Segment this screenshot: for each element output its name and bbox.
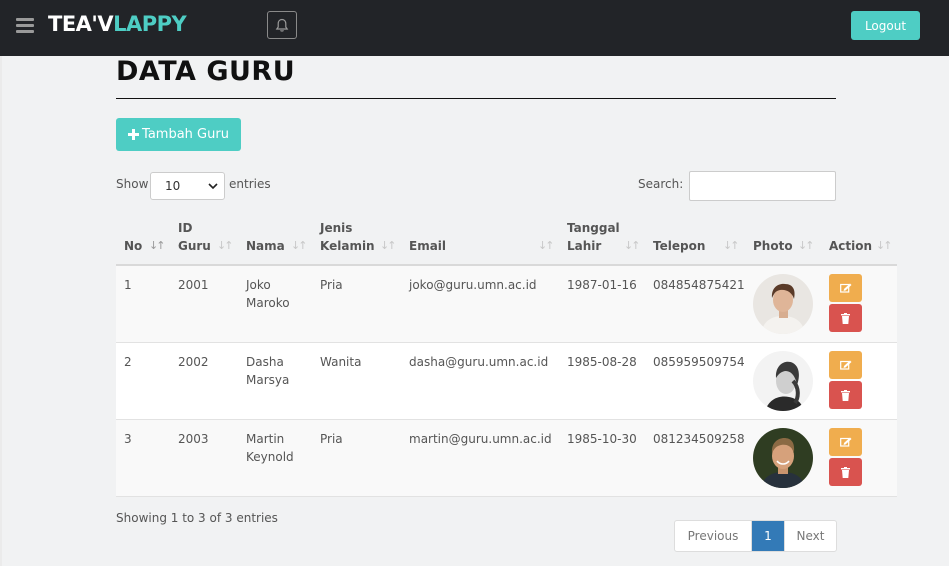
column-header-tanggal-lahir[interactable]: Tanggal Lahir: [567, 219, 620, 255]
cell-telepon: 081234509258: [653, 432, 745, 446]
edit-icon: [839, 360, 851, 370]
brand-part1: TEA'V: [48, 12, 114, 36]
add-guru-label: Tambah Guru: [142, 127, 229, 142]
notification-button[interactable]: [267, 11, 297, 39]
column-header-no[interactable]: No: [124, 237, 142, 255]
sort-icon[interactable]: ↓↑: [217, 239, 234, 252]
table-row: 2 2002 Dasha Marsya Wanita dasha@guru.umn…: [116, 343, 897, 420]
cell-no: 1: [124, 278, 132, 292]
entries-label: entries: [229, 177, 271, 191]
edit-icon: [839, 283, 851, 293]
pagination: Previous 1 Next: [674, 520, 837, 552]
delete-button[interactable]: [829, 381, 862, 409]
page-length-select[interactable]: 10: [150, 172, 225, 200]
search-label: Search:: [638, 177, 684, 191]
column-header-jenis-kelamin[interactable]: Jenis Kelamin: [320, 219, 375, 255]
logout-button[interactable]: Logout: [851, 11, 920, 40]
column-header-nama[interactable]: Nama: [246, 237, 285, 255]
column-header-action[interactable]: Action: [829, 237, 872, 255]
avatar: [753, 351, 813, 411]
table-info: Showing 1 to 3 of 3 entries: [116, 511, 278, 525]
cell-id: 2001: [178, 278, 209, 292]
table-row: 1 2001 Joko Maroko Pria joko@guru.umn.ac.…: [116, 266, 897, 343]
delete-button[interactable]: [829, 304, 862, 332]
edit-button[interactable]: [829, 274, 862, 302]
title-divider: [116, 98, 836, 99]
cell-jenis-kelamin: Pria: [320, 278, 343, 292]
cell-tanggal-lahir: 1985-10-30: [567, 432, 637, 446]
cell-telepon: 084854875421: [653, 278, 745, 292]
cell-email: dasha@guru.umn.ac.id: [409, 355, 549, 369]
trash-icon: [841, 466, 850, 478]
brand-logo[interactable]: TEA'VLAPPY: [48, 12, 187, 36]
add-guru-button[interactable]: Tambah Guru: [116, 118, 241, 151]
cell-id: 2002: [178, 355, 209, 369]
avatar: [753, 274, 813, 334]
cell-no: 2: [124, 355, 132, 369]
cell-no: 3: [124, 432, 132, 446]
cell-email: joko@guru.umn.ac.id: [409, 278, 537, 292]
column-header-email[interactable]: Email: [409, 237, 446, 255]
cell-telepon: 085959509754: [653, 355, 745, 369]
trash-icon: [841, 312, 850, 324]
cell-nama: Joko Maroko: [246, 278, 290, 310]
cell-nama: Dasha Marsya: [246, 355, 290, 387]
cell-jenis-kelamin: Pria: [320, 432, 343, 446]
menu-icon[interactable]: [16, 18, 34, 34]
avatar: [753, 428, 813, 488]
sort-icon[interactable]: ↓↑: [291, 239, 308, 252]
page-length-value: 10: [165, 179, 181, 193]
plus-icon: [128, 129, 140, 140]
brand-part2: LAPPY: [113, 12, 187, 36]
cell-tanggal-lahir: 1987-01-16: [567, 278, 637, 292]
edit-icon: [839, 437, 851, 447]
delete-button[interactable]: [829, 458, 862, 486]
table-row: 3 2003 Martin Keynold Pria martin@guru.um…: [116, 420, 897, 497]
sort-icon[interactable]: ↓↑: [380, 239, 397, 252]
cell-tanggal-lahir: 1985-08-28: [567, 355, 637, 369]
sort-icon[interactable]: ↓↑: [876, 239, 893, 252]
cell-email: martin@guru.umn.ac.id: [409, 432, 552, 446]
bell-icon: [275, 18, 289, 32]
edit-button[interactable]: [829, 351, 862, 379]
page-title: DATA GURU: [116, 56, 296, 87]
page-1-button[interactable]: 1: [752, 521, 784, 551]
top-navbar: TEA'VLAPPY Logout: [0, 0, 949, 56]
column-header-telepon[interactable]: Telepon: [653, 237, 705, 255]
show-label: Show: [116, 177, 149, 191]
sort-icon[interactable]: ↓↑: [624, 239, 641, 252]
previous-page-button[interactable]: Previous: [675, 521, 752, 551]
edit-button[interactable]: [829, 428, 862, 456]
next-page-button[interactable]: Next: [784, 521, 836, 551]
column-header-photo[interactable]: Photo: [753, 237, 793, 255]
sort-icon[interactable]: ↓↑: [538, 239, 555, 252]
cell-id: 2003: [178, 432, 209, 446]
search-input[interactable]: [689, 171, 836, 201]
sort-icon[interactable]: ↓↑: [798, 239, 815, 252]
trash-icon: [841, 389, 850, 401]
sort-icon[interactable]: ↓↑: [149, 239, 166, 252]
cell-jenis-kelamin: Wanita: [320, 355, 362, 369]
chevron-down-icon: [208, 173, 218, 210]
cell-nama: Martin Keynold: [246, 432, 294, 464]
column-header-id-guru[interactable]: ID Guru: [178, 219, 211, 255]
sort-icon[interactable]: ↓↑: [723, 239, 740, 252]
